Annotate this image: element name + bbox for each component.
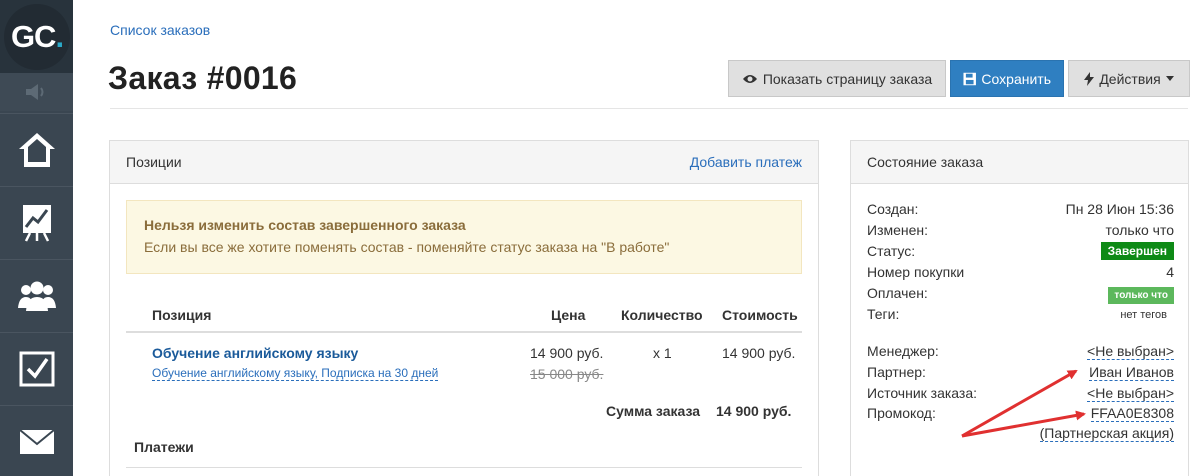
alert-text: Если вы все же хотите поменять состав - … [144, 239, 670, 255]
show-order-page-button[interactable]: Показать страницу заказа [728, 60, 946, 97]
purchase-number-label: Номер покупки [867, 264, 965, 280]
paid-label: Оплачен: [867, 285, 928, 301]
payments-divider [126, 467, 802, 468]
users-icon [17, 281, 56, 311]
sidebar-item-messages[interactable] [0, 405, 73, 476]
tags-row: Теги: нет тегов [867, 306, 1174, 326]
show-order-page-label: Показать страницу заказа [762, 70, 933, 87]
order-source-select-link[interactable]: <Не выбран> [1087, 385, 1174, 402]
actions-label: Действия [1099, 70, 1161, 87]
changed-label: Изменен: [867, 222, 929, 238]
eye-icon [742, 74, 757, 83]
promo-code-label: Промокод: [867, 405, 936, 421]
logo-dot: . [55, 19, 64, 54]
alert-title: Нельзя изменить состав завершенного зака… [144, 217, 466, 233]
sidebar: GC. [0, 0, 73, 476]
positions-panel-title: Позиции [126, 154, 182, 170]
table-row: Обучение английскому языку Обучение англ… [126, 333, 802, 393]
floppy-disk-icon [963, 72, 976, 85]
logo-area: GC. [0, 0, 73, 73]
order-state-title: Состояние заказа [867, 154, 984, 170]
manager-row: Менеджер: <Не выбран> [867, 343, 1174, 363]
order-source-label: Источник заказа: [867, 385, 978, 401]
order-state-panel: Состояние заказа Создан: Пн 28 Июн 15:36… [850, 140, 1189, 476]
partner-row: Партнер: Иван Иванов [867, 364, 1174, 384]
item-quantity: x 1 [653, 345, 672, 361]
page-title: Заказ #0016 [108, 60, 298, 96]
promo-code-link[interactable]: FFAA0E8308 [1090, 405, 1174, 422]
payments-heading: Платежи [134, 439, 194, 455]
speaker-icon [26, 84, 44, 100]
item-offer-link[interactable]: Обучение английскому языку, Подписка на … [152, 366, 439, 381]
positions-panel: Позиции Добавить платеж Нельзя изменить … [109, 140, 819, 476]
paid-badge: только что [1108, 287, 1174, 304]
sidebar-item-home[interactable] [0, 113, 73, 185]
created-value: Пн 28 Июн 15:36 [1065, 201, 1174, 217]
column-header-cost: Стоимость [722, 307, 798, 323]
column-header-position: Позиция [152, 307, 212, 323]
purchase-number-row: Номер покупки 4 [867, 264, 1174, 284]
item-cost: 14 900 руб. [722, 345, 796, 361]
header-divider [110, 108, 1188, 109]
save-button[interactable]: Сохранить [950, 60, 1064, 97]
status-value-wrap: Завершен [1100, 242, 1174, 260]
changed-row: Изменен: только что [867, 222, 1174, 242]
created-row: Создан: Пн 28 Июн 15:36 [867, 201, 1174, 221]
manager-select-link[interactable]: <Не выбран> [1087, 343, 1174, 360]
order-sum-label: Сумма заказа [606, 403, 701, 419]
chart-icon [22, 204, 51, 242]
column-header-quantity: Количество [621, 307, 703, 323]
lightning-icon [1084, 71, 1095, 86]
toolbar: Показать страницу заказа Сохранить Дейст… [728, 60, 1190, 97]
tags-value[interactable]: нет тегов [1120, 309, 1167, 321]
status-badge[interactable]: Завершен [1100, 242, 1174, 260]
status-label: Статус: [867, 243, 916, 259]
column-header-price: Цена [551, 307, 586, 323]
sidebar-item-tasks[interactable] [0, 332, 73, 404]
paid-row: Оплачен: только что [867, 285, 1174, 305]
created-label: Создан: [867, 201, 919, 217]
tags-label: Теги: [867, 306, 900, 322]
breadcrumb[interactable]: Список заказов [110, 22, 210, 38]
warning-alert: Нельзя изменить состав завершенного зака… [126, 200, 802, 274]
sidebar-item-announcements[interactable] [0, 73, 73, 111]
save-label: Сохранить [981, 70, 1051, 87]
manager-label: Менеджер: [867, 343, 939, 359]
item-price: 14 900 руб. [530, 345, 604, 361]
order-source-row: Источник заказа: <Не выбран> [867, 385, 1174, 405]
sidebar-item-reports[interactable] [0, 186, 73, 258]
add-payment-link[interactable]: Добавить платеж [690, 154, 802, 170]
order-state-header: Состояние заказа [851, 141, 1188, 184]
partner-label: Партнер: [867, 364, 926, 380]
table-header: Позиция Цена Количество Стоимость [126, 301, 802, 333]
mail-icon [18, 428, 55, 454]
actions-dropdown-button[interactable]: Действия [1068, 60, 1190, 97]
sidebar-item-users[interactable] [0, 259, 73, 331]
checkbox-icon [19, 351, 54, 386]
promo-campaign-link[interactable]: (Партнерская акция) [1039, 425, 1174, 442]
item-title-link[interactable]: Обучение английскому языку [152, 345, 358, 361]
logo-text: GC [10, 19, 56, 54]
promo-code-row: Промокод: FFAA0E8308 [867, 405, 1174, 425]
paid-value-wrap: только что [1108, 285, 1174, 304]
home-icon [18, 132, 55, 167]
item-old-price: 15 000 руб. [530, 366, 604, 382]
changed-value: только что [1105, 222, 1175, 238]
promo-campaign-row: (Партнерская акция) [867, 425, 1174, 445]
positions-panel-header: Позиции Добавить платеж [110, 141, 818, 184]
purchase-number-value: 4 [1166, 264, 1174, 280]
order-sum-value: 14 900 руб. [716, 403, 792, 419]
caret-down-icon [1165, 76, 1174, 81]
status-row: Статус: Завершен [867, 242, 1174, 263]
partner-link[interactable]: Иван Иванов [1089, 364, 1174, 381]
logo[interactable]: GC. [4, 4, 70, 70]
